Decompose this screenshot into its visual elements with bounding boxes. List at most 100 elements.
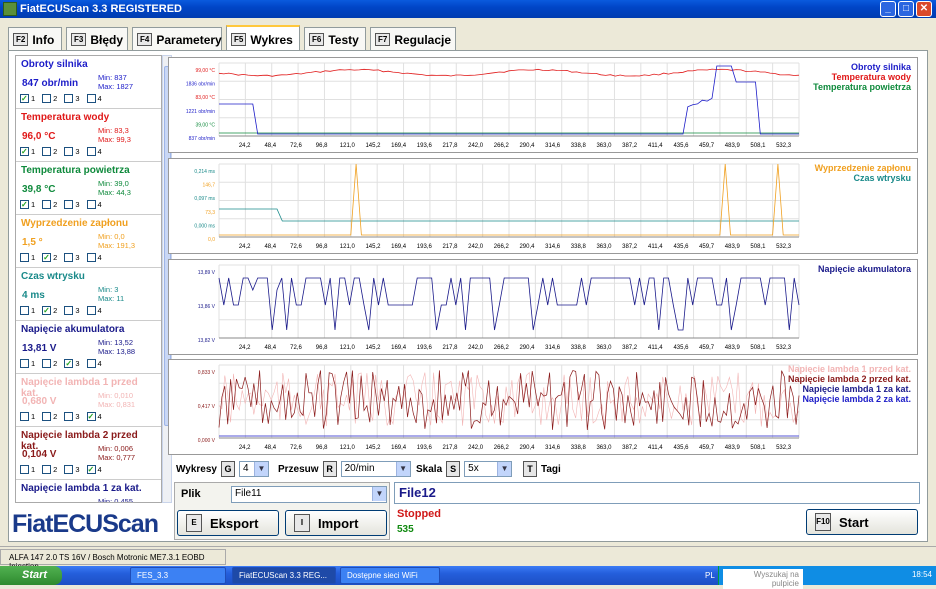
checkbox[interactable] bbox=[20, 359, 29, 368]
checkbox[interactable]: ✓ bbox=[42, 306, 52, 315]
chart-check[interactable]: 2 bbox=[42, 359, 57, 368]
taskbar-item-app[interactable]: FiatECUScan 3.3 REG... bbox=[232, 567, 336, 584]
checkbox[interactable] bbox=[42, 147, 52, 156]
checkbox[interactable] bbox=[64, 200, 74, 209]
file-select[interactable]: File11 ▼ bbox=[231, 486, 387, 503]
chart-check[interactable]: ✓ 2 bbox=[42, 306, 57, 315]
checkbox[interactable] bbox=[20, 412, 29, 421]
chart-check[interactable]: 3 bbox=[64, 412, 80, 421]
chart-check[interactable]: 3 bbox=[64, 94, 80, 103]
chart-check[interactable]: ✓ 3 bbox=[64, 359, 80, 368]
tab-label: Parametery bbox=[156, 32, 222, 47]
checkbox[interactable]: ✓ bbox=[86, 412, 96, 421]
chart-check[interactable]: 3 bbox=[64, 147, 80, 156]
tab-info[interactable]: F2 Info bbox=[8, 27, 62, 51]
chart-check[interactable]: 2 bbox=[42, 94, 57, 103]
check-label: 1 bbox=[31, 359, 36, 368]
chart-check[interactable]: ✓ 1 bbox=[20, 200, 35, 209]
checkbox[interactable]: ✓ bbox=[42, 253, 52, 262]
x-tick-label: 314,6 bbox=[545, 345, 561, 351]
x-tick-label: 242,0 bbox=[468, 345, 484, 351]
x-tick-label: 532,3 bbox=[776, 143, 792, 149]
chart-1: 24,2 48,4 72,6 96,8 121,0 145,2 169,4 193,6 217,… bbox=[168, 57, 918, 153]
checkbox[interactable] bbox=[42, 200, 52, 209]
import-button[interactable]: I Import bbox=[285, 510, 387, 536]
checkbox[interactable] bbox=[42, 359, 52, 368]
checkbox[interactable] bbox=[86, 200, 96, 209]
chart-check[interactable]: 3 bbox=[64, 306, 80, 315]
chart-check[interactable]: 2 bbox=[42, 147, 57, 156]
chart-check[interactable]: 4 bbox=[86, 359, 102, 368]
chart-check[interactable]: 2 bbox=[42, 200, 57, 209]
legend-entry: Czas wtrysku bbox=[853, 173, 911, 183]
chart-legend: Wyprzedzenie zapłonu Czas wtrysku bbox=[815, 163, 911, 183]
minimize-button[interactable]: _ bbox=[880, 1, 896, 17]
chart-check[interactable]: 4 bbox=[86, 94, 102, 103]
eksport-button[interactable]: E Eksport bbox=[177, 510, 279, 536]
checkbox[interactable]: ✓ bbox=[20, 200, 29, 209]
tab-regulacje[interactable]: F7 Regulacje bbox=[370, 27, 456, 51]
tab-testy[interactable]: F6 Testy bbox=[304, 27, 366, 51]
chart-check[interactable]: 4 bbox=[86, 147, 102, 156]
checkbox[interactable] bbox=[86, 306, 96, 315]
tagi-key[interactable]: T bbox=[523, 461, 537, 477]
chart-check[interactable]: 3 bbox=[64, 465, 80, 474]
desktop-search[interactable]: Wyszukaj na pulpicie bbox=[723, 569, 803, 589]
tab-błędy[interactable]: F3 Błędy bbox=[66, 27, 128, 51]
checkbox[interactable] bbox=[20, 253, 29, 262]
chart-check[interactable]: ✓ 4 bbox=[86, 412, 102, 421]
chart-check[interactable]: ✓ 2 bbox=[42, 253, 57, 262]
checkbox[interactable] bbox=[42, 94, 52, 103]
checkbox[interactable]: ✓ bbox=[64, 359, 74, 368]
chart-check[interactable]: 1 bbox=[20, 465, 35, 474]
x-tick-label: 483,9 bbox=[725, 445, 741, 451]
checkbox[interactable] bbox=[64, 147, 74, 156]
chart-check[interactable]: 1 bbox=[20, 359, 35, 368]
x-tick-label: 96,8 bbox=[316, 244, 328, 250]
x-tick-label: 387,2 bbox=[622, 244, 638, 250]
chart-check[interactable]: 2 bbox=[42, 412, 57, 421]
chart-check[interactable]: 1 bbox=[20, 412, 35, 421]
checkbox[interactable] bbox=[42, 412, 52, 421]
check-label: 4 bbox=[97, 147, 102, 156]
chart-check[interactable]: 3 bbox=[64, 200, 80, 209]
checkbox[interactable] bbox=[86, 94, 96, 103]
checkbox[interactable] bbox=[20, 306, 29, 315]
checkbox[interactable] bbox=[20, 465, 29, 474]
chart-check[interactable]: ✓ 1 bbox=[20, 147, 35, 156]
chart-check[interactable]: ✓ 4 bbox=[86, 465, 102, 474]
chart-check[interactable]: 4 bbox=[86, 200, 102, 209]
checkbox[interactable] bbox=[86, 359, 96, 368]
chart-check[interactable]: 1 bbox=[20, 306, 35, 315]
chart-check[interactable]: 2 bbox=[42, 465, 57, 474]
language-indicator[interactable]: PL bbox=[705, 571, 715, 580]
taskbar-item-wifi[interactable]: Dostępne sieci WiFi bbox=[340, 567, 440, 584]
start-button[interactable]: F10 Start bbox=[806, 509, 918, 535]
checkbox[interactable] bbox=[64, 412, 74, 421]
tab-wykres[interactable]: F5 Wykres bbox=[226, 25, 300, 52]
chart-check[interactable]: ✓ 1 bbox=[20, 94, 35, 103]
skala-select[interactable]: 5x ▼ bbox=[464, 461, 513, 477]
checkbox[interactable] bbox=[42, 465, 52, 474]
checkbox[interactable] bbox=[86, 147, 96, 156]
tab-parametery[interactable]: F4 Parametery bbox=[132, 27, 222, 51]
checkbox[interactable]: ✓ bbox=[20, 147, 29, 156]
file-name-field[interactable]: File12 bbox=[394, 482, 920, 504]
checkbox[interactable] bbox=[64, 253, 74, 262]
checkbox[interactable] bbox=[64, 465, 74, 474]
checkbox[interactable]: ✓ bbox=[20, 94, 29, 103]
chart-check[interactable]: 4 bbox=[86, 306, 102, 315]
checkbox[interactable]: ✓ bbox=[86, 465, 96, 474]
maximize-button[interactable]: □ bbox=[898, 1, 914, 17]
checkbox[interactable] bbox=[86, 253, 96, 262]
checkbox[interactable] bbox=[64, 306, 74, 315]
chart-check[interactable]: 4 bbox=[86, 253, 102, 262]
checkbox[interactable] bbox=[64, 94, 74, 103]
chart-check[interactable]: 1 bbox=[20, 253, 35, 262]
chart-check[interactable]: 3 bbox=[64, 253, 80, 262]
taskbar-item-folder[interactable]: FES_3.3 bbox=[130, 567, 226, 584]
close-button[interactable]: ✕ bbox=[916, 1, 932, 17]
przesuw-select[interactable]: 20/min ▼ bbox=[340, 461, 411, 477]
wykresy-select[interactable]: 4 ▼ bbox=[238, 461, 269, 477]
start-button-os[interactable]: Start bbox=[0, 566, 62, 585]
